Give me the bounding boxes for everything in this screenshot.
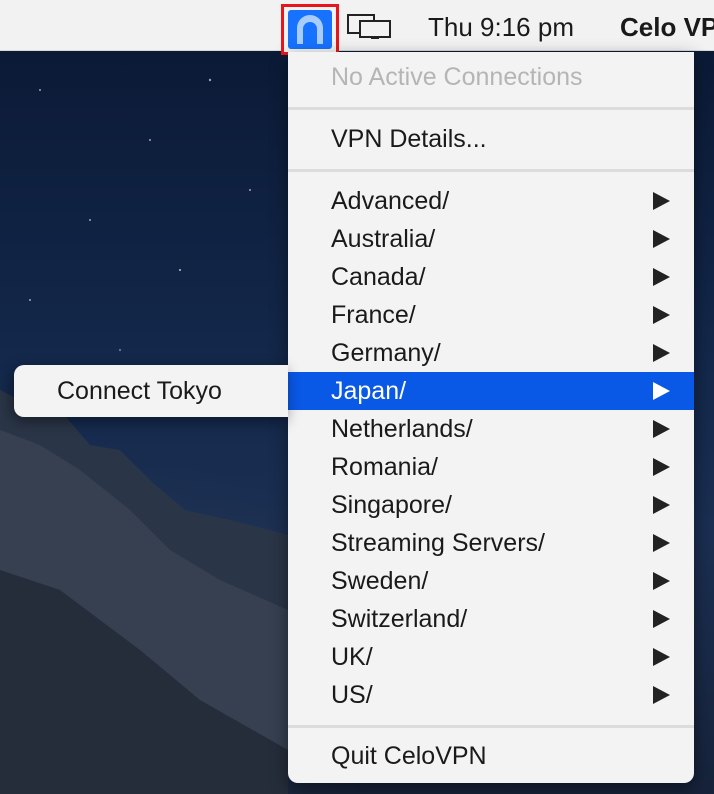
submenu-arrow-icon (653, 458, 670, 476)
location-label: US/ (331, 681, 373, 709)
vpn-details-label: VPN Details... (331, 125, 487, 153)
location-label: France/ (331, 301, 416, 329)
vpn-dropdown-menu: No Active Connections VPN Details... Adv… (288, 52, 694, 783)
location-label: Sweden/ (331, 567, 429, 595)
location-item[interactable]: UK/ (288, 638, 694, 676)
location-item[interactable]: Netherlands/ (288, 410, 694, 448)
app-menu-title[interactable]: Celo VPN (620, 12, 714, 43)
location-label: Canada/ (331, 263, 426, 291)
vpn-status-highlight (288, 10, 332, 49)
submenu-arrow-icon (653, 496, 670, 514)
vpn-status-item[interactable] (281, 4, 339, 55)
location-label: UK/ (331, 643, 373, 671)
status-label: No Active Connections (331, 63, 583, 91)
location-item[interactable]: Streaming Servers/ (288, 524, 694, 562)
submenu-arrow-icon (653, 268, 670, 286)
location-label: Germany/ (331, 339, 441, 367)
location-item[interactable]: Australia/ (288, 220, 694, 258)
location-label: Advanced/ (331, 187, 450, 215)
location-label: Singapore/ (331, 491, 452, 519)
japan-submenu: Connect Tokyo (14, 365, 288, 417)
submenu-arrow-icon (653, 192, 670, 210)
location-label: Netherlands/ (331, 415, 473, 443)
status-no-connections: No Active Connections (288, 58, 694, 96)
separator (288, 169, 694, 172)
submenu-arrow-icon (653, 420, 670, 438)
submenu-arrow-icon (653, 230, 670, 248)
submenu-arrow-icon (653, 648, 670, 666)
submenu-arrow-icon (653, 534, 670, 552)
location-label: Romania/ (331, 453, 438, 481)
vpn-details-item[interactable]: VPN Details... (288, 120, 694, 158)
connect-tokyo-item[interactable]: Connect Tokyo (57, 377, 222, 406)
quit-label: Quit CeloVPN (331, 742, 487, 770)
location-item[interactable]: US/ (288, 676, 694, 714)
location-label: Switzerland/ (331, 605, 468, 633)
displays-icon[interactable] (346, 12, 394, 40)
location-item[interactable]: Canada/ (288, 258, 694, 296)
location-item[interactable]: Romania/ (288, 448, 694, 486)
location-label: Australia/ (331, 225, 436, 253)
submenu-arrow-icon (653, 382, 670, 400)
submenu-arrow-icon (653, 306, 670, 324)
separator (288, 107, 694, 110)
location-item[interactable]: Sweden/ (288, 562, 694, 600)
location-label: Japan/ (331, 377, 407, 405)
location-item[interactable]: France/ (288, 296, 694, 334)
submenu-arrow-icon (653, 610, 670, 628)
separator (288, 725, 694, 728)
submenu-arrow-icon (653, 344, 670, 362)
location-item[interactable]: Germany/ (288, 334, 694, 372)
location-label: Streaming Servers/ (331, 529, 545, 557)
clock[interactable]: Thu 9:16 pm (428, 12, 574, 43)
vpn-arch-icon (297, 15, 323, 44)
submenu-arrow-icon (653, 686, 670, 704)
quit-item[interactable]: Quit CeloVPN (288, 737, 694, 775)
submenu-arrow-icon (653, 572, 670, 590)
location-item[interactable]: Singapore/ (288, 486, 694, 524)
location-item[interactable]: Japan/ (288, 372, 694, 410)
location-item[interactable]: Switzerland/ (288, 600, 694, 638)
menu-bar: Thu 9:16 pm Celo VPN (0, 0, 714, 55)
location-item[interactable]: Advanced/ (288, 182, 694, 220)
